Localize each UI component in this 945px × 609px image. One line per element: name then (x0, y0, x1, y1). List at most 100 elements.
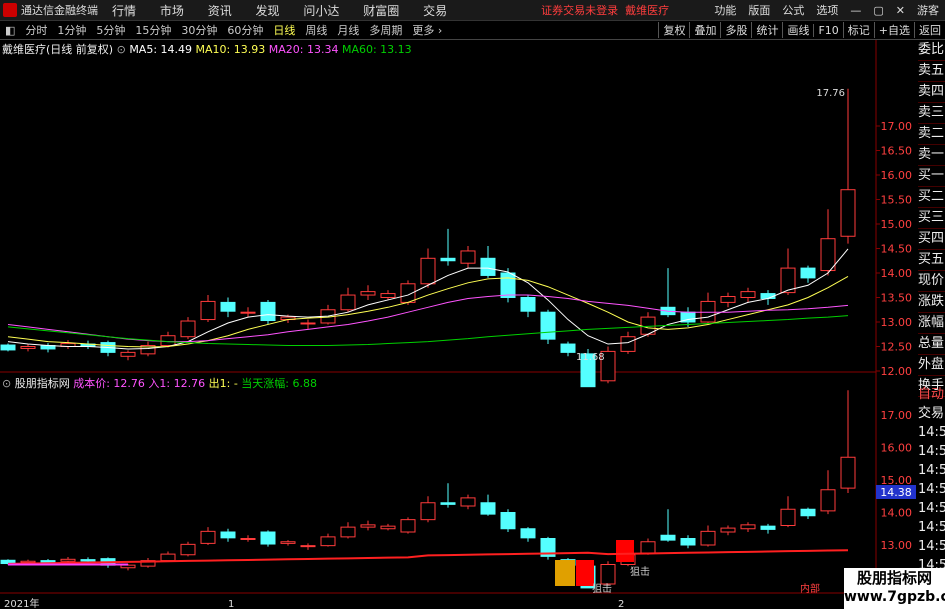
candle-body (420, 257, 436, 285)
candle-body (380, 525, 396, 530)
tab-period-15min[interactable]: 15分钟 (135, 22, 171, 38)
watermark-title: 股朋指标网 (856, 569, 932, 587)
sidebar-item[interactable]: 买三 (918, 208, 945, 229)
watermark: 股朋指标网 www.7gpzb.com (844, 568, 945, 609)
menu-news[interactable]: 资讯 (208, 4, 232, 18)
menu-market[interactable]: 市场 (160, 4, 184, 18)
menu-quotes[interactable]: 行情 (112, 4, 136, 18)
menu-wealth[interactable]: 财富圈 (363, 4, 399, 18)
candle-body (220, 531, 236, 539)
time-axis-label: 1 (228, 599, 234, 609)
sidebar-item-trade[interactable]: 交易 (918, 404, 945, 423)
sidebar-item[interactable]: 委比 (918, 40, 945, 61)
candle-body (800, 267, 816, 279)
sidebar-item[interactable]: 卖三 (918, 103, 945, 124)
signal-label: 狙击 (630, 566, 650, 578)
sidebar-item[interactable]: 外盘 (918, 355, 945, 376)
price-tick-label: 13.00 (881, 316, 913, 329)
candle-body (540, 311, 556, 340)
menu-options[interactable]: 选项 (816, 2, 838, 18)
candle-body (480, 257, 496, 276)
tab-period-daily[interactable]: 日线 (273, 22, 295, 38)
candle-body (840, 189, 856, 237)
sidebar-item[interactable]: 卖一 (918, 145, 945, 166)
tab-period-timeshare[interactable]: 分时 (25, 22, 47, 38)
menu-discover[interactable]: 发现 (256, 4, 280, 18)
sidebar-item[interactable]: 卖二 (918, 124, 945, 145)
tab-period-5min[interactable]: 5分钟 (96, 22, 125, 38)
sidebar-item[interactable]: 卖四 (918, 82, 945, 103)
candle-body (360, 291, 376, 296)
sidebar-item[interactable]: 买五 (918, 250, 945, 271)
tool-mark[interactable]: 标记 (842, 22, 874, 38)
candle-body (0, 344, 16, 351)
tool-f10[interactable]: F10 (813, 23, 842, 37)
sidebar-item[interactable]: 涨跌 (918, 292, 945, 313)
candle-body (720, 527, 736, 533)
sidebar-item[interactable]: 现价 (918, 271, 945, 292)
candle-body (240, 311, 256, 314)
tab-period-more[interactable]: 更多 › (412, 22, 442, 38)
ma60-line (7, 315, 849, 347)
candle-body (740, 524, 756, 530)
candle-body (740, 291, 756, 298)
sidebar-item[interactable]: 涨幅 (918, 313, 945, 334)
user-guest[interactable]: 游客 (917, 2, 939, 18)
candle-body (340, 526, 356, 538)
price-tick-label: 16.00 (881, 169, 913, 182)
tab-period-60min[interactable]: 60分钟 (227, 22, 263, 38)
candle-body (300, 322, 316, 325)
candle-body (400, 519, 416, 533)
price-tick-label: 16.50 (881, 145, 913, 158)
menu-layout[interactable]: 版面 (748, 2, 770, 18)
kline-chart[interactable]: 17.00 16.50 16.00 15.50 15.00 14.50 14.00 13.50… (0, 40, 918, 609)
tool-back[interactable]: 返回 (914, 22, 945, 38)
tick-time: 14:56 (918, 539, 945, 554)
menu-trade[interactable]: 交易 (423, 4, 447, 18)
app-logo-icon (3, 3, 17, 17)
sidebar-item[interactable]: 买一 (918, 166, 945, 187)
tab-period-weekly[interactable]: 周线 (305, 22, 327, 38)
period-toggle-icon[interactable]: ◧ (5, 24, 15, 37)
low-price-label: 11.68 (576, 352, 605, 363)
menu-formula[interactable]: 公式 (782, 2, 804, 18)
candle-body (180, 320, 196, 338)
tool-add-watchlist[interactable]: +自选 (873, 22, 914, 38)
maximize-icon[interactable]: ▢ (873, 4, 883, 17)
price-tick-label: 16.00 (881, 442, 913, 455)
signal-label: 内部 (800, 582, 820, 595)
tab-period-30min[interactable]: 30分钟 (181, 22, 217, 38)
tool-draw[interactable]: 画线 (782, 22, 813, 38)
menu-function[interactable]: 功能 (714, 2, 736, 18)
candle-body (840, 456, 856, 489)
sidebar-item[interactable]: 总量 (918, 334, 945, 355)
candle-body (620, 336, 636, 352)
sidebar-item[interactable]: 卖五 (918, 61, 945, 82)
sidebar-item-auto[interactable]: 自动 (918, 385, 945, 404)
tool-overlay[interactable]: 叠加 (689, 22, 720, 38)
sidebar-item[interactable]: 买四 (918, 229, 945, 250)
tool-adjust[interactable]: 复权 (658, 22, 689, 38)
candle-body (640, 541, 656, 554)
candle-body (60, 558, 76, 562)
tab-period-monthly[interactable]: 月线 (337, 22, 359, 38)
time-axis-label: 2021年 (4, 597, 39, 609)
candle-body (80, 559, 96, 562)
tab-period-multi[interactable]: 多周期 (369, 22, 402, 38)
tab-period-1min[interactable]: 1分钟 (57, 22, 86, 38)
candle-body (440, 502, 456, 505)
minimize-icon[interactable]: — (850, 4, 861, 17)
signal-bar-red (616, 540, 634, 562)
sidebar-item[interactable]: 买二 (918, 187, 945, 208)
tool-multistock[interactable]: 多股 (720, 22, 751, 38)
cost-line (7, 549, 849, 565)
close-icon[interactable]: ✕ (896, 4, 905, 17)
candle-body (600, 564, 616, 585)
chart-toolbar: 复权 叠加 多股 统计 画线 F10 标记 +自选 返回 (658, 21, 945, 39)
menu-ask[interactable]: 问小达 (303, 4, 339, 18)
price-tick-label: 13.00 (881, 539, 913, 552)
tool-stats[interactable]: 统计 (751, 22, 782, 38)
current-price-label: 14.38 (880, 486, 912, 499)
candle-body (420, 502, 436, 521)
candle-body (200, 300, 216, 321)
